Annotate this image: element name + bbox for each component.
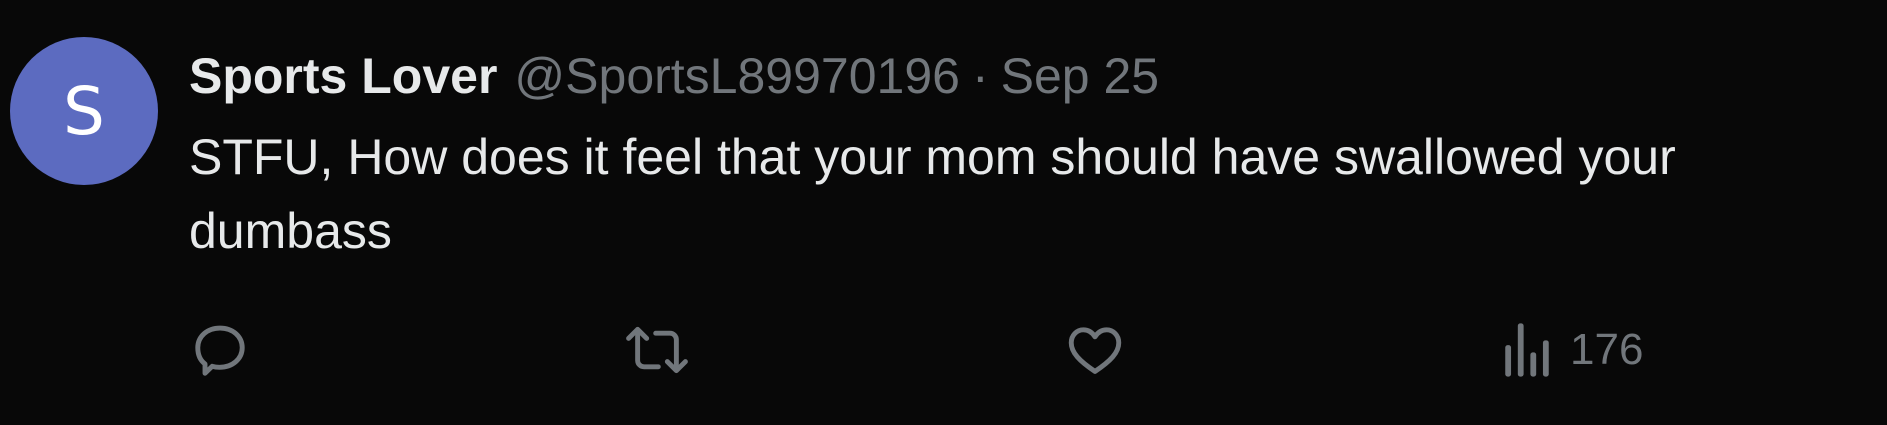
display-name[interactable]: Sports Lover [189, 44, 497, 108]
reply-icon [189, 319, 251, 381]
tweet-date[interactable]: Sep 25 [1001, 44, 1159, 108]
views-count: 176 [1570, 325, 1644, 374]
tweet-text: STFU, How does it feel that your mom sho… [189, 129, 1676, 259]
avatar[interactable]: S [10, 37, 158, 185]
tweet[interactable]: S Sports Lover @SportsL89970196 · Sep 25… [0, 0, 1887, 425]
views-icon [1502, 321, 1552, 379]
tweet-header: Sports Lover @SportsL89970196 · Sep 25 [189, 44, 1159, 108]
views-button[interactable]: 176 [1502, 315, 1643, 385]
separator: · [971, 48, 989, 104]
reply-button[interactable] [189, 315, 251, 385]
avatar-letter: S [63, 72, 105, 150]
like-icon [1063, 319, 1127, 381]
like-button[interactable] [1063, 315, 1127, 385]
retweet-icon [623, 319, 691, 381]
action-bar: 176 [189, 315, 1649, 385]
user-handle[interactable]: @SportsL89970196 [514, 44, 960, 108]
retweet-button[interactable] [623, 315, 691, 385]
